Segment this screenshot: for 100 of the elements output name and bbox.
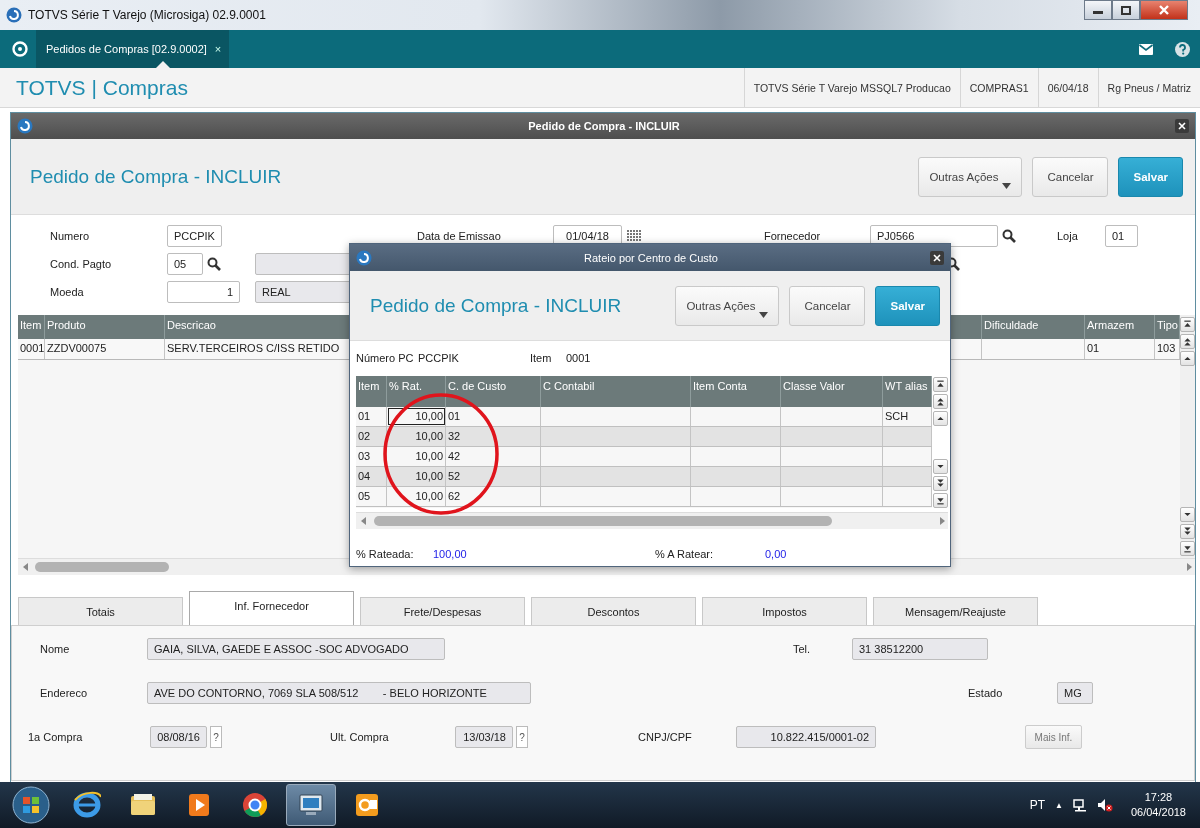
table-cell: 10,00 (387, 487, 446, 506)
column-header: WT alias (883, 376, 932, 407)
readonly-field: MG (1057, 682, 1093, 704)
tab[interactable]: Mensagem/Reajuste (873, 597, 1038, 625)
cancel-button[interactable]: Cancelar (789, 285, 866, 326)
app-title: TOTVS | Compras (16, 75, 189, 100)
field-label: 1a Compra (28, 731, 84, 743)
search-icon[interactable] (1002, 229, 1016, 243)
scroll-down-button[interactable] (1180, 507, 1195, 522)
input-field[interactable]: 05 (167, 253, 203, 275)
clock[interactable]: 17:28 06/04/2018 (1130, 790, 1186, 820)
minimize-button[interactable] (1084, 0, 1112, 20)
scroll-bottom-button[interactable] (933, 493, 948, 508)
field-value: PCCPIK (418, 352, 460, 364)
total-value: 0,00 (765, 548, 788, 560)
status-info: COMPRAS1 (959, 68, 1038, 107)
field-label: Moeda (50, 286, 85, 298)
readonly-field: 08/08/16 (150, 726, 207, 748)
column-header: Produto (45, 315, 165, 339)
table-cell: 0001 (18, 339, 45, 359)
readonly-field: 13/03/18 (455, 726, 513, 748)
field-label: Estado (968, 687, 1004, 699)
status-info: Rg Pneus / Matriz (1097, 68, 1200, 107)
input-field[interactable]: 1 (167, 281, 240, 303)
total-label: % A Ratear: (655, 548, 715, 560)
tab[interactable]: Totais (18, 597, 183, 625)
mail-app-icon[interactable] (353, 791, 381, 819)
scrollbar-thumb[interactable] (374, 516, 832, 526)
circle-logo-icon[interactable] (241, 791, 269, 819)
app-tab[interactable]: Pedidos de Compras [02.9.0002] × (36, 30, 230, 68)
field-label: Fornecedor (764, 230, 822, 242)
scroll-down-button[interactable] (933, 459, 948, 474)
mail-icon[interactable] (1139, 43, 1153, 55)
field-label: Data de Emissao (417, 230, 502, 242)
field-label: CNPJ/CPF (638, 731, 693, 743)
page-up-button[interactable] (1180, 334, 1195, 349)
field-label: Tel. (793, 643, 812, 655)
menu-button[interactable]: Outras Ações (918, 156, 1023, 197)
table-cell: 10,00 (387, 407, 446, 426)
close-icon[interactable] (930, 250, 944, 265)
caret-icon (1002, 182, 1012, 189)
app-logo-icon[interactable] (12, 41, 28, 57)
table-cell: 62 (446, 487, 541, 506)
speaker-muted-icon[interactable] (1096, 798, 1113, 812)
close-button[interactable] (1140, 0, 1188, 20)
column-header: Item (18, 315, 45, 339)
page-down-button[interactable] (1180, 524, 1195, 539)
page-up-button[interactable] (933, 394, 948, 409)
maximize-button[interactable] (1112, 0, 1140, 20)
to-bottom-arrow-icon (1182, 543, 1193, 554)
help-button[interactable]: ? (516, 726, 528, 748)
table-cell: 01 (446, 407, 541, 426)
double-down-arrow-icon (1182, 526, 1193, 537)
input-field[interactable]: PCCPIK (167, 225, 222, 247)
column-header: Tipo (1155, 315, 1180, 339)
column-header: Dificuldade (982, 315, 1085, 339)
input-field[interactable]: 01 (1105, 225, 1138, 247)
tab[interactable]: Descontos (531, 597, 696, 625)
scroll-top-button[interactable] (1180, 317, 1195, 332)
search-icon[interactable] (207, 257, 221, 271)
dialog-title: Rateio por Centro de Custo (583, 251, 719, 264)
page-down-button[interactable] (933, 476, 948, 491)
logo-icon (6, 7, 22, 23)
status-info: 06/04/18 (1037, 68, 1098, 107)
tab[interactable]: Inf. Fornecedor (189, 591, 354, 625)
network-icon[interactable] (1072, 798, 1087, 812)
cancel-button[interactable]: Cancelar (1032, 156, 1109, 197)
table-cell: 42 (446, 447, 541, 466)
double-up-arrow-icon (1182, 336, 1193, 347)
field-label: Loja (1057, 230, 1079, 242)
scroll-bottom-button[interactable] (1180, 541, 1195, 556)
help-button[interactable]: ? (210, 726, 222, 748)
tab[interactable]: Impostos (702, 597, 867, 625)
calendar-icon[interactable] (626, 230, 642, 242)
browser-icon[interactable] (73, 791, 101, 819)
double-up-arrow-icon (935, 396, 946, 407)
window-title: TOTVS Série T Varejo (Microsiga) 02.9.0001 (28, 8, 267, 22)
to-top-arrow-icon (935, 379, 946, 390)
more-info-button[interactable]: Mais Inf. (1025, 725, 1082, 749)
maximize-icon (1121, 5, 1131, 15)
tab[interactable]: Frete/Despesas (360, 597, 525, 625)
tab-close-button[interactable]: × (214, 43, 222, 55)
language-indicator[interactable]: PT (1029, 798, 1045, 812)
close-icon[interactable] (1175, 119, 1189, 133)
readonly-field: 31 38512200 (852, 638, 988, 660)
column-header: Descricao (165, 315, 350, 339)
scroll-up-button[interactable] (933, 411, 948, 426)
table-cell: 52 (446, 467, 541, 486)
tray-expand-button[interactable]: ▲ (1055, 800, 1063, 810)
table-cell: 10,00 (387, 467, 446, 486)
start-button[interactable] (12, 786, 50, 824)
scroll-up-button[interactable] (1180, 351, 1195, 366)
table-cell: SCH (883, 407, 932, 426)
menu-button[interactable]: Outras Ações (675, 285, 780, 326)
to-bottom-arrow-icon (935, 495, 946, 506)
help-icon[interactable] (1175, 41, 1190, 57)
readonly-field: AVE DO CONTORNO, 7069 SLA 508/512 - BELO HORIZONTE (147, 682, 531, 704)
total-value: 100,00 (433, 548, 468, 560)
scrollbar-thumb[interactable] (35, 562, 169, 572)
scroll-top-button[interactable] (933, 377, 948, 392)
